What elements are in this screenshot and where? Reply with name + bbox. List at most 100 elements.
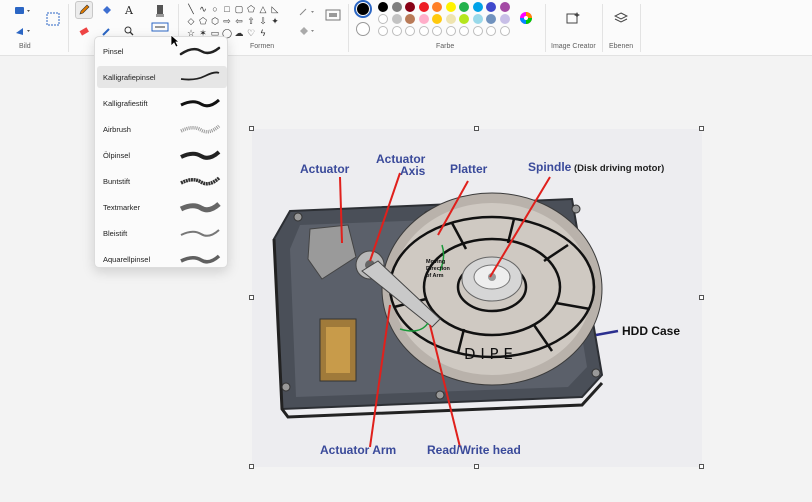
label-spindle-note: (Disk driving motor) (574, 163, 664, 174)
custom-color-slot[interactable] (405, 26, 415, 36)
custom-color-slot[interactable] (418, 26, 429, 36)
custom-color-slot[interactable] (432, 26, 442, 36)
image-creator-icon[interactable] (564, 9, 582, 27)
color-swatch[interactable] (459, 14, 469, 24)
resize-handle-top-right[interactable] (699, 126, 704, 131)
brush-menu-item-kalligrafiestift[interactable]: Kalligrafiestift (97, 92, 227, 114)
text-tool-icon[interactable]: A (120, 1, 138, 19)
edit-colors-icon[interactable] (517, 9, 535, 27)
resize-handle-bottom-left[interactable] (249, 464, 254, 469)
pentagon-shape-icon[interactable]: ⬠ (197, 15, 209, 27)
custom-color-slot[interactable] (391, 26, 402, 36)
color-swatch[interactable] (418, 2, 429, 12)
brush-menu-item-airbrush[interactable]: Airbrush (97, 118, 227, 140)
color-swatch[interactable] (391, 2, 402, 12)
diamond-shape-icon[interactable]: ◇ (185, 15, 197, 27)
marker-preview-icon (179, 202, 221, 213)
color-swatch[interactable] (432, 2, 442, 12)
custom-color-slot[interactable] (445, 26, 456, 36)
color-swatch[interactable] (472, 14, 483, 24)
callout-cloud-shape-icon[interactable]: ☁ (233, 27, 245, 39)
color-swatch[interactable] (378, 14, 388, 24)
color-swatch[interactable] (445, 14, 456, 24)
pencil-tool-icon[interactable] (75, 1, 93, 19)
color-swatch[interactable] (499, 14, 510, 24)
pencil-preview-icon (180, 229, 220, 237)
custom-color-slot[interactable] (459, 26, 469, 36)
resize-handle-top[interactable] (474, 126, 479, 131)
arrow-right-shape-icon[interactable]: ⇨ (221, 15, 233, 27)
brush-menu-item-textmarker[interactable]: Textmarker (97, 196, 227, 218)
brush-menu-item-buntstift[interactable]: Buntstift (97, 170, 227, 192)
color-swatch[interactable] (405, 2, 415, 12)
resize-handle-bottom[interactable] (474, 464, 479, 469)
calligraphy-brush-preview-icon (180, 71, 220, 81)
brush-menu-item-bleistift[interactable]: Bleistift (97, 222, 227, 244)
separator (602, 4, 603, 52)
outline-icon[interactable] (296, 3, 318, 21)
brush-size-icon[interactable] (151, 22, 169, 32)
color-swatch[interactable] (391, 14, 402, 24)
star-four-shape-icon[interactable]: ✦ (269, 15, 281, 27)
polygon-shape-icon[interactable]: ⬠ (245, 3, 257, 15)
arrow-down-shape-icon[interactable]: ⇩ (257, 15, 269, 27)
label-disk-text: D I P E (464, 345, 513, 363)
label-actuator-arm: Actuator Arm (320, 443, 396, 457)
group-label-colors: Farbe (436, 43, 455, 50)
color-swatch[interactable] (499, 2, 510, 12)
separator (348, 4, 349, 52)
resize-handle-bottom-right[interactable] (699, 464, 704, 469)
triangle-shape-icon[interactable]: △ (257, 3, 269, 15)
rotate-icon[interactable] (12, 22, 34, 40)
eraser-icon[interactable] (75, 22, 93, 40)
rounded-rect-shape-icon[interactable]: ▢ (233, 3, 245, 15)
brush-menu-item-oelpinsel[interactable]: Ölpinsel (97, 144, 227, 166)
fill-icon[interactable] (296, 22, 318, 40)
label-rw-head: Read/Write head (427, 443, 521, 457)
right-triangle-shape-icon[interactable]: ◺ (269, 3, 281, 15)
group-label-layers: Ebenen (609, 43, 634, 50)
color-swatch[interactable] (432, 14, 442, 24)
select-icon[interactable] (12, 2, 34, 20)
line-shape-icon[interactable]: ╲ (185, 3, 197, 15)
rectangle-shape-icon[interactable]: □ (221, 3, 233, 15)
resize-handle-top-left[interactable] (249, 126, 254, 131)
secondary-color-swatch[interactable] (356, 22, 370, 36)
arrow-left-shape-icon[interactable]: ⇦ (233, 15, 245, 27)
crop-select-icon[interactable] (44, 10, 62, 28)
label-hdd-case: HDD Case (622, 324, 680, 338)
brush-menu-item-pinsel[interactable]: Pinsel (97, 40, 227, 62)
color-swatch[interactable] (445, 2, 456, 12)
label-moving-direction-3: of Arm (426, 273, 444, 279)
brush-preview-icon (179, 46, 221, 56)
color-swatch[interactable] (472, 2, 483, 12)
color-swatch[interactable] (486, 14, 496, 24)
arrow-up-shape-icon[interactable]: ⇧ (245, 15, 257, 27)
custom-color-slot[interactable] (472, 26, 483, 36)
color-swatch[interactable] (378, 2, 388, 12)
brush-menu-item-aquarellpinsel[interactable]: Aquarellpinsel (97, 248, 227, 270)
shape-style-icon[interactable] (324, 6, 342, 26)
hexagon-shape-icon[interactable]: ⬡ (209, 15, 221, 27)
resize-handle-right[interactable] (699, 295, 704, 300)
color-swatch[interactable] (418, 14, 429, 24)
label-actuator: Actuator (300, 162, 350, 176)
custom-color-slot[interactable] (486, 26, 496, 36)
curve-shape-icon[interactable]: ∿ (197, 3, 209, 15)
lightning-shape-icon[interactable]: ϟ (257, 27, 269, 39)
color-swatch[interactable] (486, 2, 496, 12)
drawing-canvas[interactable]: Actuator Actuator Axis Platter Spindle (… (252, 129, 702, 467)
heart-shape-icon[interactable]: ♡ (245, 27, 257, 39)
color-swatch[interactable] (405, 14, 415, 24)
brush-menu-item-kalligrafiepinsel[interactable]: Kalligrafiepinsel (97, 66, 227, 88)
brushes-icon[interactable] (151, 4, 169, 22)
custom-color-slot[interactable] (499, 26, 510, 36)
oval-shape-icon[interactable]: ○ (209, 3, 221, 15)
fill-bucket-icon[interactable] (98, 1, 116, 19)
watercolor-brush-preview-icon (180, 254, 221, 264)
layers-icon[interactable] (612, 9, 630, 27)
resize-handle-left[interactable] (249, 295, 254, 300)
primary-color-swatch[interactable] (354, 0, 372, 18)
color-swatch[interactable] (459, 2, 469, 12)
custom-color-slot[interactable] (378, 26, 388, 36)
